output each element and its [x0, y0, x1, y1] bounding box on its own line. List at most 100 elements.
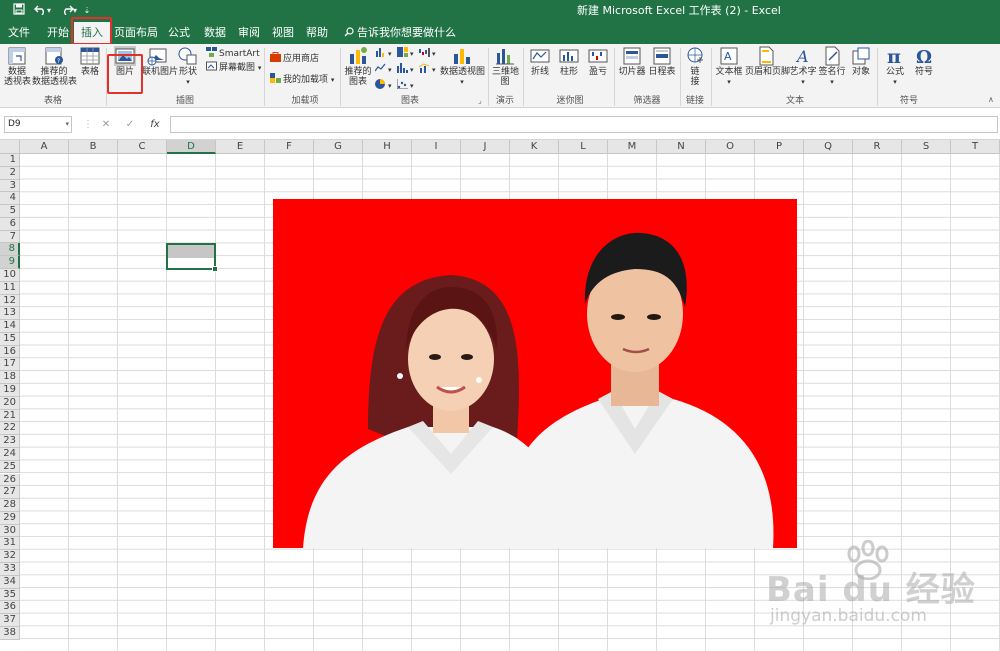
- active-cell-selection[interactable]: [166, 243, 218, 272]
- hierarchy-chart-button[interactable]: ▾: [397, 47, 414, 60]
- row-header-38[interactable]: 38: [0, 626, 20, 640]
- row-header-5[interactable]: 5: [0, 205, 20, 218]
- object-button[interactable]: 对象: [848, 46, 874, 77]
- cancel-icon[interactable]: ✕: [96, 116, 116, 133]
- row-header-7[interactable]: 7: [0, 230, 20, 244]
- statistic-chart-button[interactable]: ▾: [397, 63, 414, 76]
- row-header-9[interactable]: 9: [0, 256, 20, 269]
- worksheet-grid[interactable]: ABCDEFGHIJKLMNOPQRST 1 2 3 4 5 6 7 8 9 10 11 12 13 14…: [0, 140, 1000, 651]
- pictures-button[interactable]: 图片: [110, 46, 140, 77]
- enter-icon[interactable]: ✓: [120, 116, 140, 133]
- column-header-a[interactable]: A: [20, 140, 69, 154]
- row-header-15[interactable]: 15: [0, 332, 20, 346]
- textbox-button[interactable]: A 文本框 ▾: [715, 46, 743, 87]
- tab-data[interactable]: 数据: [198, 22, 232, 44]
- table-button[interactable]: 表格: [78, 46, 102, 77]
- column-header-e[interactable]: E: [216, 140, 265, 154]
- row-header-20[interactable]: 20: [0, 396, 20, 410]
- row-header-29[interactable]: 29: [0, 511, 20, 525]
- column-header-h[interactable]: H: [363, 140, 412, 154]
- formula-input[interactable]: [170, 116, 998, 133]
- line-chart-button[interactable]: ▾: [375, 63, 392, 76]
- row-header-35[interactable]: 35: [0, 588, 20, 602]
- row-header-23[interactable]: 23: [0, 435, 20, 448]
- row-header-4[interactable]: 4: [0, 192, 20, 206]
- row-header-3[interactable]: 3: [0, 179, 20, 193]
- screenshot-button[interactable]: 屏幕截图 ▾: [206, 61, 261, 74]
- select-all-button[interactable]: [0, 140, 20, 154]
- tell-me-search[interactable]: 告诉我你想要做什么: [344, 22, 456, 44]
- insert-function-icon[interactable]: fx: [145, 116, 165, 133]
- column-header-t[interactable]: T: [951, 140, 1000, 154]
- row-header-31[interactable]: 31: [0, 537, 20, 551]
- row-header-8[interactable]: 8: [0, 243, 20, 257]
- tab-formulas[interactable]: 公式: [162, 22, 196, 44]
- row-header-27[interactable]: 27: [0, 486, 20, 500]
- name-box[interactable]: D9 ▾: [4, 116, 72, 133]
- row-header-21[interactable]: 21: [0, 409, 20, 423]
- collapse-ribbon-icon[interactable]: ∧: [988, 94, 994, 106]
- row-header-18[interactable]: 18: [0, 371, 20, 385]
- fill-handle[interactable]: [212, 266, 218, 272]
- row-header-28[interactable]: 28: [0, 499, 20, 512]
- column-header-b[interactable]: B: [69, 140, 118, 154]
- inserted-picture[interactable]: [273, 199, 797, 548]
- row-header-34[interactable]: 34: [0, 575, 20, 589]
- row-header-19[interactable]: 19: [0, 384, 20, 397]
- smartart-button[interactable]: SmartArt: [206, 47, 260, 60]
- tab-insert[interactable]: 插入: [74, 22, 110, 44]
- pie-chart-button[interactable]: ▾: [375, 79, 392, 92]
- row-header-26[interactable]: 26: [0, 473, 20, 487]
- column-header-n[interactable]: N: [657, 140, 706, 154]
- symbol-button[interactable]: Ω 符号: [911, 46, 937, 77]
- undo-dropdown-icon[interactable]: ▾: [44, 3, 54, 19]
- column-header-g[interactable]: G: [314, 140, 363, 154]
- tab-review[interactable]: 审阅: [232, 22, 266, 44]
- tab-home[interactable]: 开始: [40, 22, 76, 44]
- wordart-button[interactable]: A 艺术字 ▾: [789, 46, 817, 87]
- row-header-25[interactable]: 25: [0, 460, 20, 474]
- my-addins-button[interactable]: 我的加载项 ▾: [270, 73, 334, 86]
- timeline-button[interactable]: 日程表: [648, 46, 676, 77]
- row-header-37[interactable]: 37: [0, 614, 20, 627]
- row-header-13[interactable]: 13: [0, 307, 20, 321]
- tab-page-layout[interactable]: 页面布局: [114, 22, 158, 44]
- column-header-j[interactable]: J: [461, 140, 510, 154]
- store-button[interactable]: 应用商店: [270, 52, 319, 65]
- tab-file[interactable]: 文件: [2, 22, 36, 44]
- row-header-11[interactable]: 11: [0, 281, 20, 295]
- scatter-chart-button[interactable]: ▾: [397, 79, 414, 92]
- row-header-14[interactable]: 14: [0, 320, 20, 333]
- charts-dialog-launcher-icon[interactable]: ⌟: [478, 95, 482, 107]
- column-header-d[interactable]: D: [167, 140, 216, 154]
- slicer-button[interactable]: 切片器: [618, 46, 646, 77]
- combo-chart-button[interactable]: ▾: [419, 63, 436, 76]
- shapes-button[interactable]: 形状 ▾: [174, 46, 202, 87]
- name-box-dropdown-icon[interactable]: ▾: [65, 117, 69, 132]
- row-header-10[interactable]: 10: [0, 269, 20, 282]
- recommended-pivot-button[interactable]: ? 推荐的 数据透视表: [32, 46, 77, 87]
- 3d-map-button[interactable]: 三维地 图: [492, 46, 519, 87]
- row-header-1[interactable]: 1: [0, 154, 20, 167]
- row-header-17[interactable]: 17: [0, 358, 20, 372]
- row-header-30[interactable]: 30: [0, 524, 20, 538]
- row-header-12[interactable]: 12: [0, 294, 20, 308]
- row-header-36[interactable]: 36: [0, 601, 20, 615]
- column-chart-button[interactable]: ▾: [375, 47, 392, 60]
- column-header-m[interactable]: M: [608, 140, 657, 154]
- row-header-32[interactable]: 32: [0, 550, 20, 563]
- row-header-33[interactable]: 33: [0, 562, 20, 576]
- column-header-c[interactable]: C: [118, 140, 167, 154]
- row-header-24[interactable]: 24: [0, 447, 20, 461]
- row-header-22[interactable]: 22: [0, 422, 20, 436]
- row-header-2[interactable]: 2: [0, 166, 20, 180]
- row-header-16[interactable]: 16: [0, 345, 20, 359]
- column-header-p[interactable]: P: [755, 140, 804, 154]
- column-header-i[interactable]: I: [412, 140, 461, 154]
- online-pictures-button[interactable]: 联机图片: [142, 46, 178, 77]
- column-header-l[interactable]: L: [559, 140, 608, 154]
- pivot-table-button[interactable]: 数据 透视表: [4, 46, 31, 87]
- recommended-charts-button[interactable]: 推荐的 图表: [344, 46, 372, 87]
- pivot-chart-button[interactable]: 数据透视图 ▾: [440, 46, 485, 87]
- sparkline-winloss-button[interactable]: 盈亏: [585, 46, 611, 77]
